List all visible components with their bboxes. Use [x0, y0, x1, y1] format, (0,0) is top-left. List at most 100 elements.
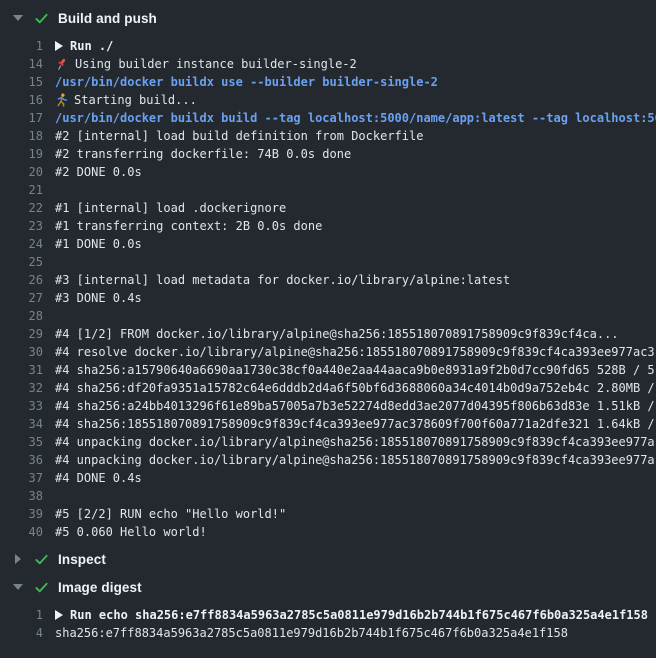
- section-header-image-digest[interactable]: Image digest: [0, 573, 656, 601]
- log-line: 40#5 0.060 Hello world!: [0, 523, 656, 541]
- section-body: 1Run echo sha256:e7ff8834a5963a2785c5a08…: [0, 606, 656, 642]
- line-number[interactable]: 33: [0, 397, 43, 415]
- line-number[interactable]: 22: [0, 199, 43, 217]
- line-number[interactable]: 30: [0, 343, 43, 361]
- line-number[interactable]: 32: [0, 379, 43, 397]
- log-line-content: #4 unpacking docker.io/library/alpine@sh…: [43, 433, 656, 451]
- log-text: Run ./: [70, 37, 113, 55]
- log-line-content: [43, 307, 656, 325]
- line-number[interactable]: 26: [0, 271, 43, 289]
- log-line: 33 #4 sha256:a24bb4013296f61e89ba57005a7b…: [0, 397, 656, 415]
- log-text: #4 sha256:df20fa9351a15782c64e6dddb2d4a6…: [55, 379, 655, 397]
- log-line: 22 #1 [internal] load .dockerignore: [0, 199, 656, 217]
- log-line: 39#5 [2/2] RUN echo "Hello world!": [0, 505, 656, 523]
- run-triangle-icon[interactable]: [55, 41, 63, 51]
- line-number[interactable]: 19: [0, 145, 43, 163]
- log-text: #1 transferring context: 2B 0.0s done: [55, 217, 322, 235]
- log-text: #2 DONE 0.0s: [55, 163, 142, 181]
- log-line-content: /usr/bin/docker buildx use --builder bui…: [43, 73, 656, 91]
- log-line-content: #1 transferring context: 2B 0.0s done: [43, 217, 656, 235]
- line-number[interactable]: 4: [0, 624, 43, 642]
- log-line: 34 #4 sha256:185518070891758909c9f839cf4c…: [0, 415, 656, 433]
- line-number[interactable]: 29: [0, 325, 43, 343]
- log-line: 18#2 [internal] load build definition fr…: [0, 127, 656, 145]
- log-text: #4 sha256:a15790640a6690aa1730c38cf0a440…: [55, 361, 655, 379]
- log-text: /usr/bin/docker buildx build --tag local…: [55, 109, 656, 127]
- line-number[interactable]: 34: [0, 415, 43, 433]
- log-line-content: Starting build...: [43, 91, 656, 109]
- log-text: #4 unpacking docker.io/library/alpine@sh…: [55, 433, 655, 451]
- chevron-down-icon[interactable]: [10, 15, 26, 21]
- log-section-inspect: Inspect: [0, 545, 656, 573]
- log-line: 24 #1 DONE 0.0s: [0, 235, 656, 253]
- log-line-content: Using builder instance builder-single-2: [43, 55, 656, 73]
- runner-icon: [55, 93, 67, 107]
- line-number[interactable]: 15: [0, 73, 43, 91]
- line-number[interactable]: 35: [0, 433, 43, 451]
- log-line-content: #4 sha256:a15790640a6690aa1730c38cf0a440…: [43, 361, 656, 379]
- log-text: Starting build...: [74, 91, 197, 109]
- log-line-content: [43, 181, 656, 199]
- log-line-content: #2 [internal] load build definition from…: [43, 127, 656, 145]
- log-text: #4 sha256:a24bb4013296f61e89ba57005a7b3e…: [55, 397, 655, 415]
- chevron-down-icon[interactable]: [10, 584, 26, 590]
- line-number[interactable]: 24: [0, 235, 43, 253]
- line-number[interactable]: 36: [0, 451, 43, 469]
- line-number[interactable]: 40: [0, 523, 43, 541]
- log-line-content: #4 resolve docker.io/library/alpine@sha2…: [43, 343, 656, 361]
- section-label: Inspect: [58, 552, 106, 567]
- log-line-content: sha256:e7ff8834a5963a2785c5a0811e979d16b…: [43, 624, 656, 642]
- log-section-build-and-push: Build and push 1 Run ./ 14Using builder in…: [0, 4, 656, 541]
- log-line-content: #2 DONE 0.0s: [43, 163, 656, 181]
- line-number[interactable]: 25: [0, 253, 43, 271]
- log-text: #4 sha256:185518070891758909c9f839cf4ca3…: [55, 415, 655, 433]
- log-line: 30#4 resolve docker.io/library/alpine@sh…: [0, 343, 656, 361]
- chevron-right-icon[interactable]: [10, 554, 26, 564]
- section-header-build-and-push[interactable]: Build and push: [0, 4, 656, 32]
- log-line-content: #4 DONE 0.4s: [43, 469, 656, 487]
- log-text: /usr/bin/docker buildx use --builder bui…: [55, 73, 438, 91]
- line-number[interactable]: 20: [0, 163, 43, 181]
- line-number[interactable]: 37: [0, 469, 43, 487]
- log-line-content: #4 sha256:185518070891758909c9f839cf4ca3…: [43, 415, 656, 433]
- section-label: Build and push: [58, 11, 157, 26]
- line-number[interactable]: 31: [0, 361, 43, 379]
- line-number[interactable]: 17: [0, 109, 43, 127]
- log-line-content: [43, 253, 656, 271]
- log-line: 26#3 [internal] load metadata for docker…: [0, 271, 656, 289]
- log-line: 31 #4 sha256:a15790640a6690aa1730c38cf0a4…: [0, 361, 656, 379]
- line-number[interactable]: 14: [0, 55, 43, 73]
- log-line-run-group[interactable]: 1 Run ./: [0, 37, 656, 55]
- log-line: 20 #2 DONE 0.0s: [0, 163, 656, 181]
- check-icon: [33, 552, 49, 567]
- log-line-content: Run echo sha256:e7ff8834a5963a2785c5a081…: [43, 606, 656, 624]
- line-number[interactable]: 39: [0, 505, 43, 523]
- log-line-content: #1 DONE 0.0s: [43, 235, 656, 253]
- log-line: 16 Starting build...: [0, 91, 656, 109]
- log-line: 21: [0, 181, 656, 199]
- log-text: #1 [internal] load .dockerignore: [55, 199, 286, 217]
- log-text: #4 unpacking docker.io/library/alpine@sh…: [55, 451, 655, 469]
- line-number[interactable]: 23: [0, 217, 43, 235]
- line-number[interactable]: 28: [0, 307, 43, 325]
- line-number[interactable]: 27: [0, 289, 43, 307]
- log-text: #4 DONE 0.4s: [55, 469, 142, 487]
- log-line-content: #4 sha256:a24bb4013296f61e89ba57005a7b3e…: [43, 397, 656, 415]
- section-label: Image digest: [58, 580, 142, 595]
- log-line-content: [43, 487, 656, 505]
- line-number[interactable]: 1: [0, 606, 43, 624]
- line-number[interactable]: 18: [0, 127, 43, 145]
- run-triangle-icon[interactable]: [55, 610, 63, 620]
- log-line: 29#4 [1/2] FROM docker.io/library/alpine…: [0, 325, 656, 343]
- log-line: 37 #4 DONE 0.4s: [0, 469, 656, 487]
- check-icon: [33, 580, 49, 595]
- check-icon: [33, 11, 49, 26]
- line-number[interactable]: 38: [0, 487, 43, 505]
- line-number[interactable]: 1: [0, 37, 43, 55]
- log-line: 35 #4 unpacking docker.io/library/alpine@…: [0, 433, 656, 451]
- line-number[interactable]: 21: [0, 181, 43, 199]
- log-text: #1 DONE 0.0s: [55, 235, 142, 253]
- line-number[interactable]: 16: [0, 91, 43, 109]
- section-header-inspect[interactable]: Inspect: [0, 545, 656, 573]
- log-line-run-group[interactable]: 1Run echo sha256:e7ff8834a5963a2785c5a08…: [0, 606, 656, 624]
